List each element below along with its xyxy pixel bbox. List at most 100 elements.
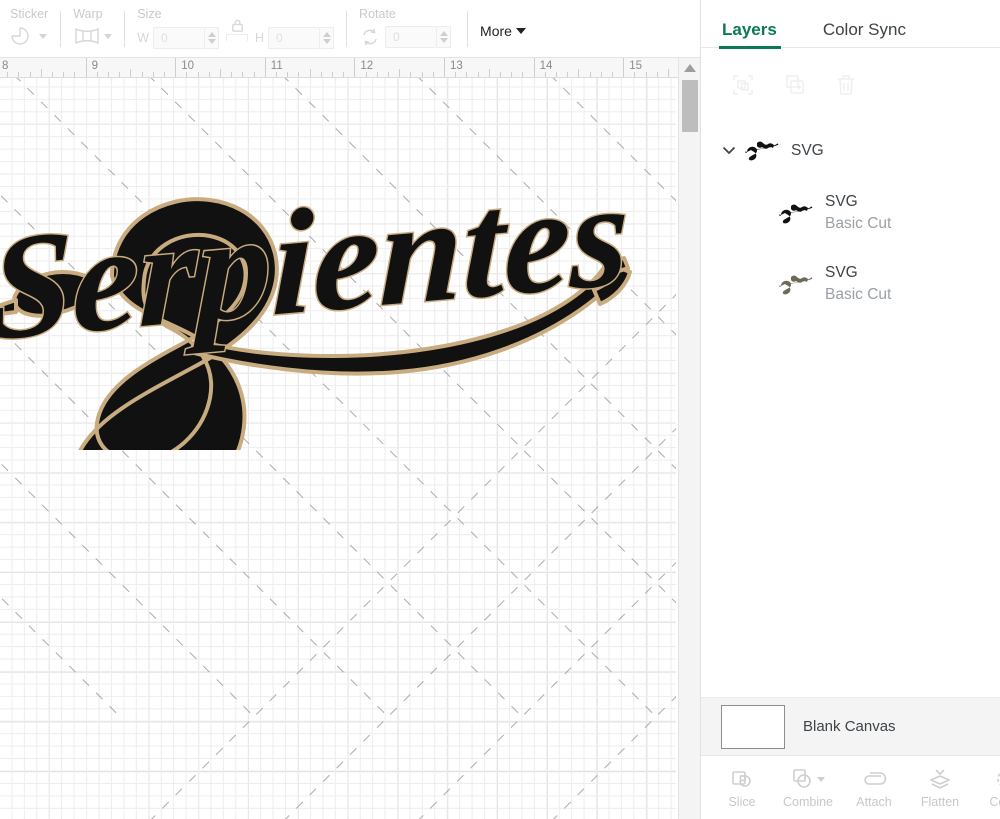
attach-button[interactable]: Attach: [841, 766, 907, 809]
ruler-number: 11: [270, 60, 283, 72]
canvas-swatch[interactable]: [721, 704, 785, 749]
triangle-down-icon[interactable]: [439, 38, 448, 43]
width-input[interactable]: 0: [153, 26, 206, 49]
ruler-tick-minor: [612, 72, 613, 77]
tab-color-sync[interactable]: Color Sync: [823, 0, 906, 59]
toolbar-group-sticker[interactable]: Sticker: [0, 0, 58, 57]
flatten-icon: [928, 766, 952, 792]
ruler-tick-minor: [197, 72, 199, 77]
triangle-up-icon[interactable]: [439, 31, 448, 36]
rotate-stepper[interactable]: 0: [385, 26, 452, 48]
ruler-tick-major: [85, 58, 87, 77]
ruler-tick-major: [444, 58, 445, 77]
triangle-up-icon[interactable]: [322, 31, 331, 37]
tab-layers[interactable]: Layers: [719, 0, 781, 59]
triangle-down-icon[interactable]: [322, 38, 331, 44]
ruler-tick-minor: [96, 72, 98, 77]
ruler-tick-minor: [488, 69, 490, 77]
ruler-tick-minor: [634, 72, 636, 77]
triangle-up-icon[interactable]: [207, 31, 216, 37]
delete-icon[interactable]: [835, 73, 857, 97]
contour-button[interactable]: Conto: [973, 766, 1000, 809]
blank-canvas-row[interactable]: Blank Canvas: [701, 697, 1000, 755]
flatten-label: Flatten: [920, 795, 960, 809]
contour-icon: [994, 766, 1000, 792]
group-icon[interactable]: [731, 73, 755, 97]
duplicate-icon[interactable]: [783, 73, 807, 97]
ruler-tick-minor: [141, 72, 143, 77]
ruler-number: 14: [539, 60, 553, 72]
attach-label: Attach: [856, 795, 892, 809]
ruler-tick-major: [354, 58, 356, 77]
serpientes-lettering: Serpientes: [0, 160, 632, 374]
ruler-tick-major: [175, 58, 177, 77]
canvas-vertical-scrollbar[interactable]: [678, 58, 700, 819]
ruler-tick-minor: [656, 72, 658, 77]
serpientes-svg[interactable]: Serpientes: [0, 160, 654, 450]
scrollbar-thumb[interactable]: [682, 80, 698, 132]
layer-row-group-svg[interactable]: SVG: [701, 123, 1000, 177]
width-stepper-arrows[interactable]: [205, 26, 220, 49]
ruler-tick-minor: [130, 69, 132, 77]
serpientes-thumb-tan: [779, 275, 813, 294]
aspect-lock-toggle[interactable]: [226, 18, 249, 41]
right-panel: Layers Color Sync SVG SVG Basic Cut SVG …: [700, 0, 1000, 819]
chevron-down-icon[interactable]: [817, 776, 825, 782]
ruler-tick-minor: [18, 72, 20, 77]
ruler-tick-minor: [522, 72, 524, 77]
layer-action-bar: [701, 59, 1000, 111]
rotate-input[interactable]: 0: [385, 26, 438, 48]
layer-name: SVG: [825, 264, 858, 281]
layer-operation: Basic Cut: [825, 286, 892, 303]
watermark-line: [670, 177, 676, 819]
lock-closed-icon: [231, 19, 243, 32]
ruler-tick-minor: [74, 72, 76, 77]
toolbar-group-more[interactable]: More: [470, 0, 536, 57]
ruler-number: 13: [450, 60, 463, 72]
panel-tabs: Layers Color Sync: [701, 0, 1000, 59]
ruler-tick-minor: [332, 72, 333, 77]
ruler-tick-minor: [186, 72, 188, 77]
lock-bracket: [226, 34, 249, 41]
ruler-tick-minor: [421, 72, 423, 77]
ruler-tick-minor: [578, 69, 580, 77]
tab-layers-label: Layers: [722, 19, 777, 39]
slice-button[interactable]: Slice: [709, 766, 775, 809]
ruler-number: 8: [2, 60, 9, 72]
ruler-tick-minor: [556, 72, 557, 77]
ruler-tick-minor: [220, 69, 221, 77]
toolbar-group-warp[interactable]: Warp: [63, 0, 122, 57]
layer-row-child-1[interactable]: SVG Basic Cut: [701, 177, 1000, 248]
combine-button[interactable]: Combine: [775, 766, 841, 809]
height-input[interactable]: 0: [268, 26, 321, 49]
rotate-icon[interactable]: [359, 27, 381, 47]
ruler-tick-minor: [29, 72, 31, 77]
width-stepper[interactable]: W 0: [137, 26, 220, 49]
ruler-tick-minor: [52, 72, 53, 77]
triangle-up-icon[interactable]: [683, 64, 696, 72]
warp-icon[interactable]: [73, 26, 113, 46]
design-canvas[interactable]: Serpientes: [0, 78, 676, 819]
chevron-down-icon[interactable]: [721, 145, 737, 155]
layer-row-child-2[interactable]: SVG Basic Cut: [701, 248, 1000, 319]
height-stepper-arrows[interactable]: [320, 26, 335, 49]
slice-icon: [730, 766, 754, 792]
rotate-stepper-arrows[interactable]: [437, 26, 452, 48]
ruler-tick-minor: [645, 72, 647, 77]
more-button[interactable]: More: [480, 23, 526, 41]
watermark-line: [669, 78, 676, 720]
height-stepper[interactable]: H 0: [255, 26, 335, 49]
serpientes-thumb-dark: [779, 204, 813, 223]
ruler-tick-minor: [388, 72, 389, 77]
ruler-tick-major: [623, 58, 625, 77]
ruler-tick-minor: [399, 69, 401, 77]
width-label: W: [137, 30, 150, 45]
ruler-number: 12: [360, 60, 374, 72]
flatten-button[interactable]: Flatten: [907, 766, 973, 809]
artwork-serpientes[interactable]: Serpientes: [0, 160, 654, 450]
rotate-label: Rotate: [359, 7, 396, 21]
toolbar-group-rotate: Rotate 0: [349, 0, 461, 57]
sticker-icon[interactable]: [10, 26, 47, 46]
triangle-down-icon[interactable]: [207, 38, 216, 44]
ruler-tick-minor: [466, 72, 468, 77]
